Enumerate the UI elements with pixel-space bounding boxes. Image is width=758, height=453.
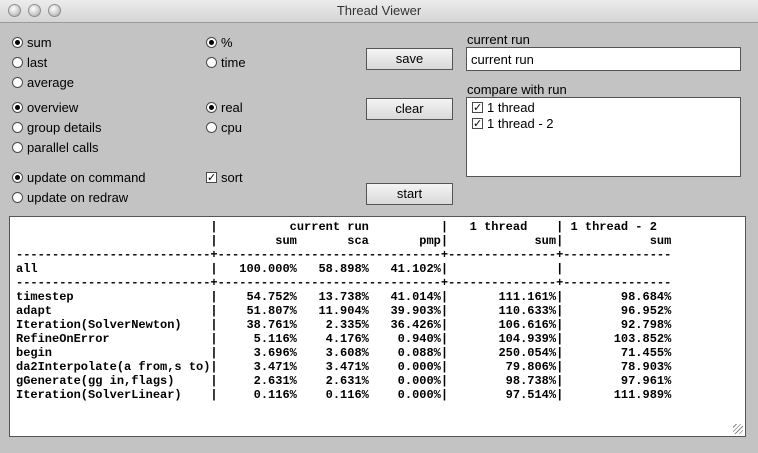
radio-label: average — [27, 75, 74, 90]
radio-indicator — [12, 142, 23, 153]
radio-indicator — [206, 57, 217, 68]
checkbox-indicator — [206, 170, 217, 186]
compare-run-label: compare with run — [467, 82, 567, 97]
radio-update-on-redraw[interactable]: update on redraw — [12, 190, 128, 206]
compare-item-1-thread-2[interactable]: 1 thread - 2 — [472, 116, 554, 132]
radio-time[interactable]: time — [206, 55, 246, 71]
radio-indicator — [12, 192, 23, 203]
radio-indicator — [12, 102, 23, 113]
checkbox-label: sort — [221, 170, 243, 185]
thread-viewer-window: Thread Viewer sum last average % time ov… — [0, 0, 758, 453]
radio-label: cpu — [221, 120, 242, 135]
radio-last[interactable]: last — [12, 55, 47, 71]
radio-real[interactable]: real — [206, 100, 243, 116]
radio-update-on-command[interactable]: update on command — [12, 170, 146, 186]
clear-button[interactable]: clear — [366, 98, 453, 120]
radio-cpu[interactable]: cpu — [206, 120, 242, 136]
radio-indicator — [12, 57, 23, 68]
radio-label: update on command — [27, 170, 146, 185]
radio-indicator — [12, 122, 23, 133]
radio-label: last — [27, 55, 48, 70]
radio-indicator — [206, 122, 217, 133]
compare-run-list[interactable]: 1 thread 1 thread - 2 — [466, 97, 741, 177]
radio-indicator — [206, 37, 217, 48]
radio-indicator — [12, 37, 23, 48]
radio-indicator — [206, 102, 217, 113]
compare-item-1-thread[interactable]: 1 thread — [472, 100, 535, 116]
checkbox-indicator — [472, 116, 483, 132]
radio-label: real — [221, 100, 243, 115]
current-run-input[interactable] — [466, 47, 741, 71]
save-button[interactable]: save — [366, 48, 453, 70]
radio-label: overview — [27, 100, 79, 115]
radio-percent[interactable]: % — [206, 35, 233, 51]
window-title: Thread Viewer — [336, 3, 422, 18]
radio-average[interactable]: average — [12, 75, 74, 91]
title-bar: Thread Viewer — [0, 0, 758, 23]
radio-label: parallel calls — [27, 140, 99, 155]
radio-indicator — [12, 77, 23, 88]
radio-sum[interactable]: sum — [12, 35, 52, 51]
radio-label: sum — [27, 35, 52, 50]
sort-checkbox[interactable]: sort — [206, 170, 243, 186]
radio-group-details[interactable]: group details — [12, 120, 101, 136]
radio-label: update on redraw — [27, 190, 129, 205]
resize-grip-icon[interactable] — [733, 424, 743, 434]
checkbox-indicator — [472, 100, 483, 116]
report-output[interactable]: | current run | 1 thread | 1 thread - 2 … — [9, 216, 746, 437]
radio-label: % — [221, 35, 233, 50]
radio-overview[interactable]: overview — [12, 100, 78, 116]
compare-item-label: 1 thread — [487, 100, 535, 115]
report-text: | current run | 1 thread | 1 thread - 2 … — [16, 220, 672, 402]
radio-indicator — [12, 172, 23, 183]
radio-label: time — [221, 55, 246, 70]
radio-label: group details — [27, 120, 102, 135]
current-run-label: current run — [467, 32, 530, 47]
compare-item-label: 1 thread - 2 — [487, 116, 554, 131]
start-button[interactable]: start — [366, 183, 453, 205]
radio-parallel-calls[interactable]: parallel calls — [12, 140, 99, 156]
